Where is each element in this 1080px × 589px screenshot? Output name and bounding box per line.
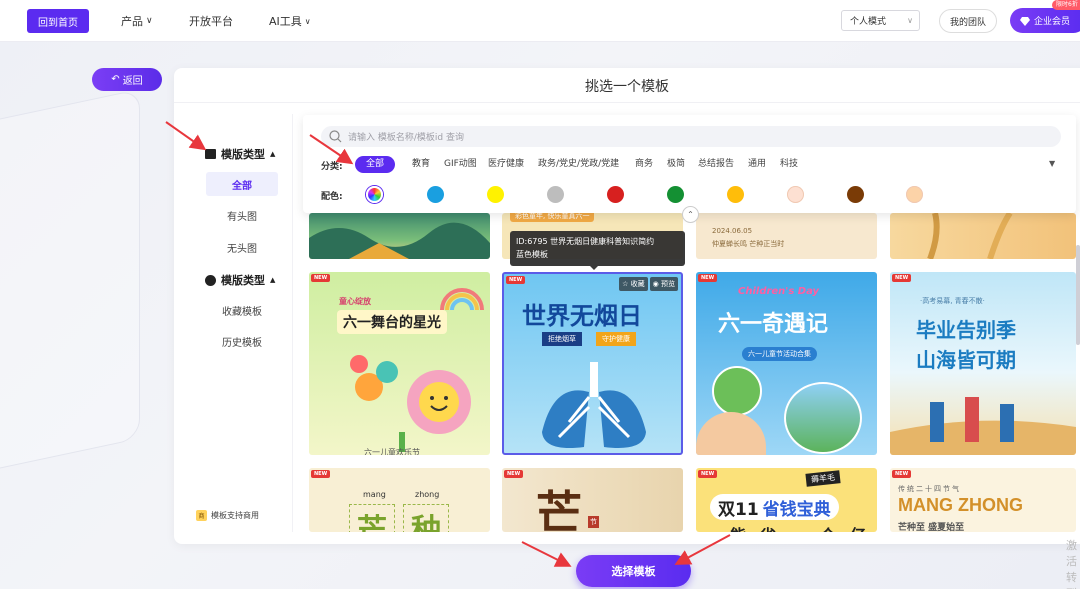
arrow-annotation — [165, 121, 207, 151]
annotation-arrows — [165, 121, 731, 567]
arrow-annotation — [521, 541, 572, 567]
arrow-annotation — [309, 134, 354, 165]
arrow-annotation — [674, 534, 731, 565]
